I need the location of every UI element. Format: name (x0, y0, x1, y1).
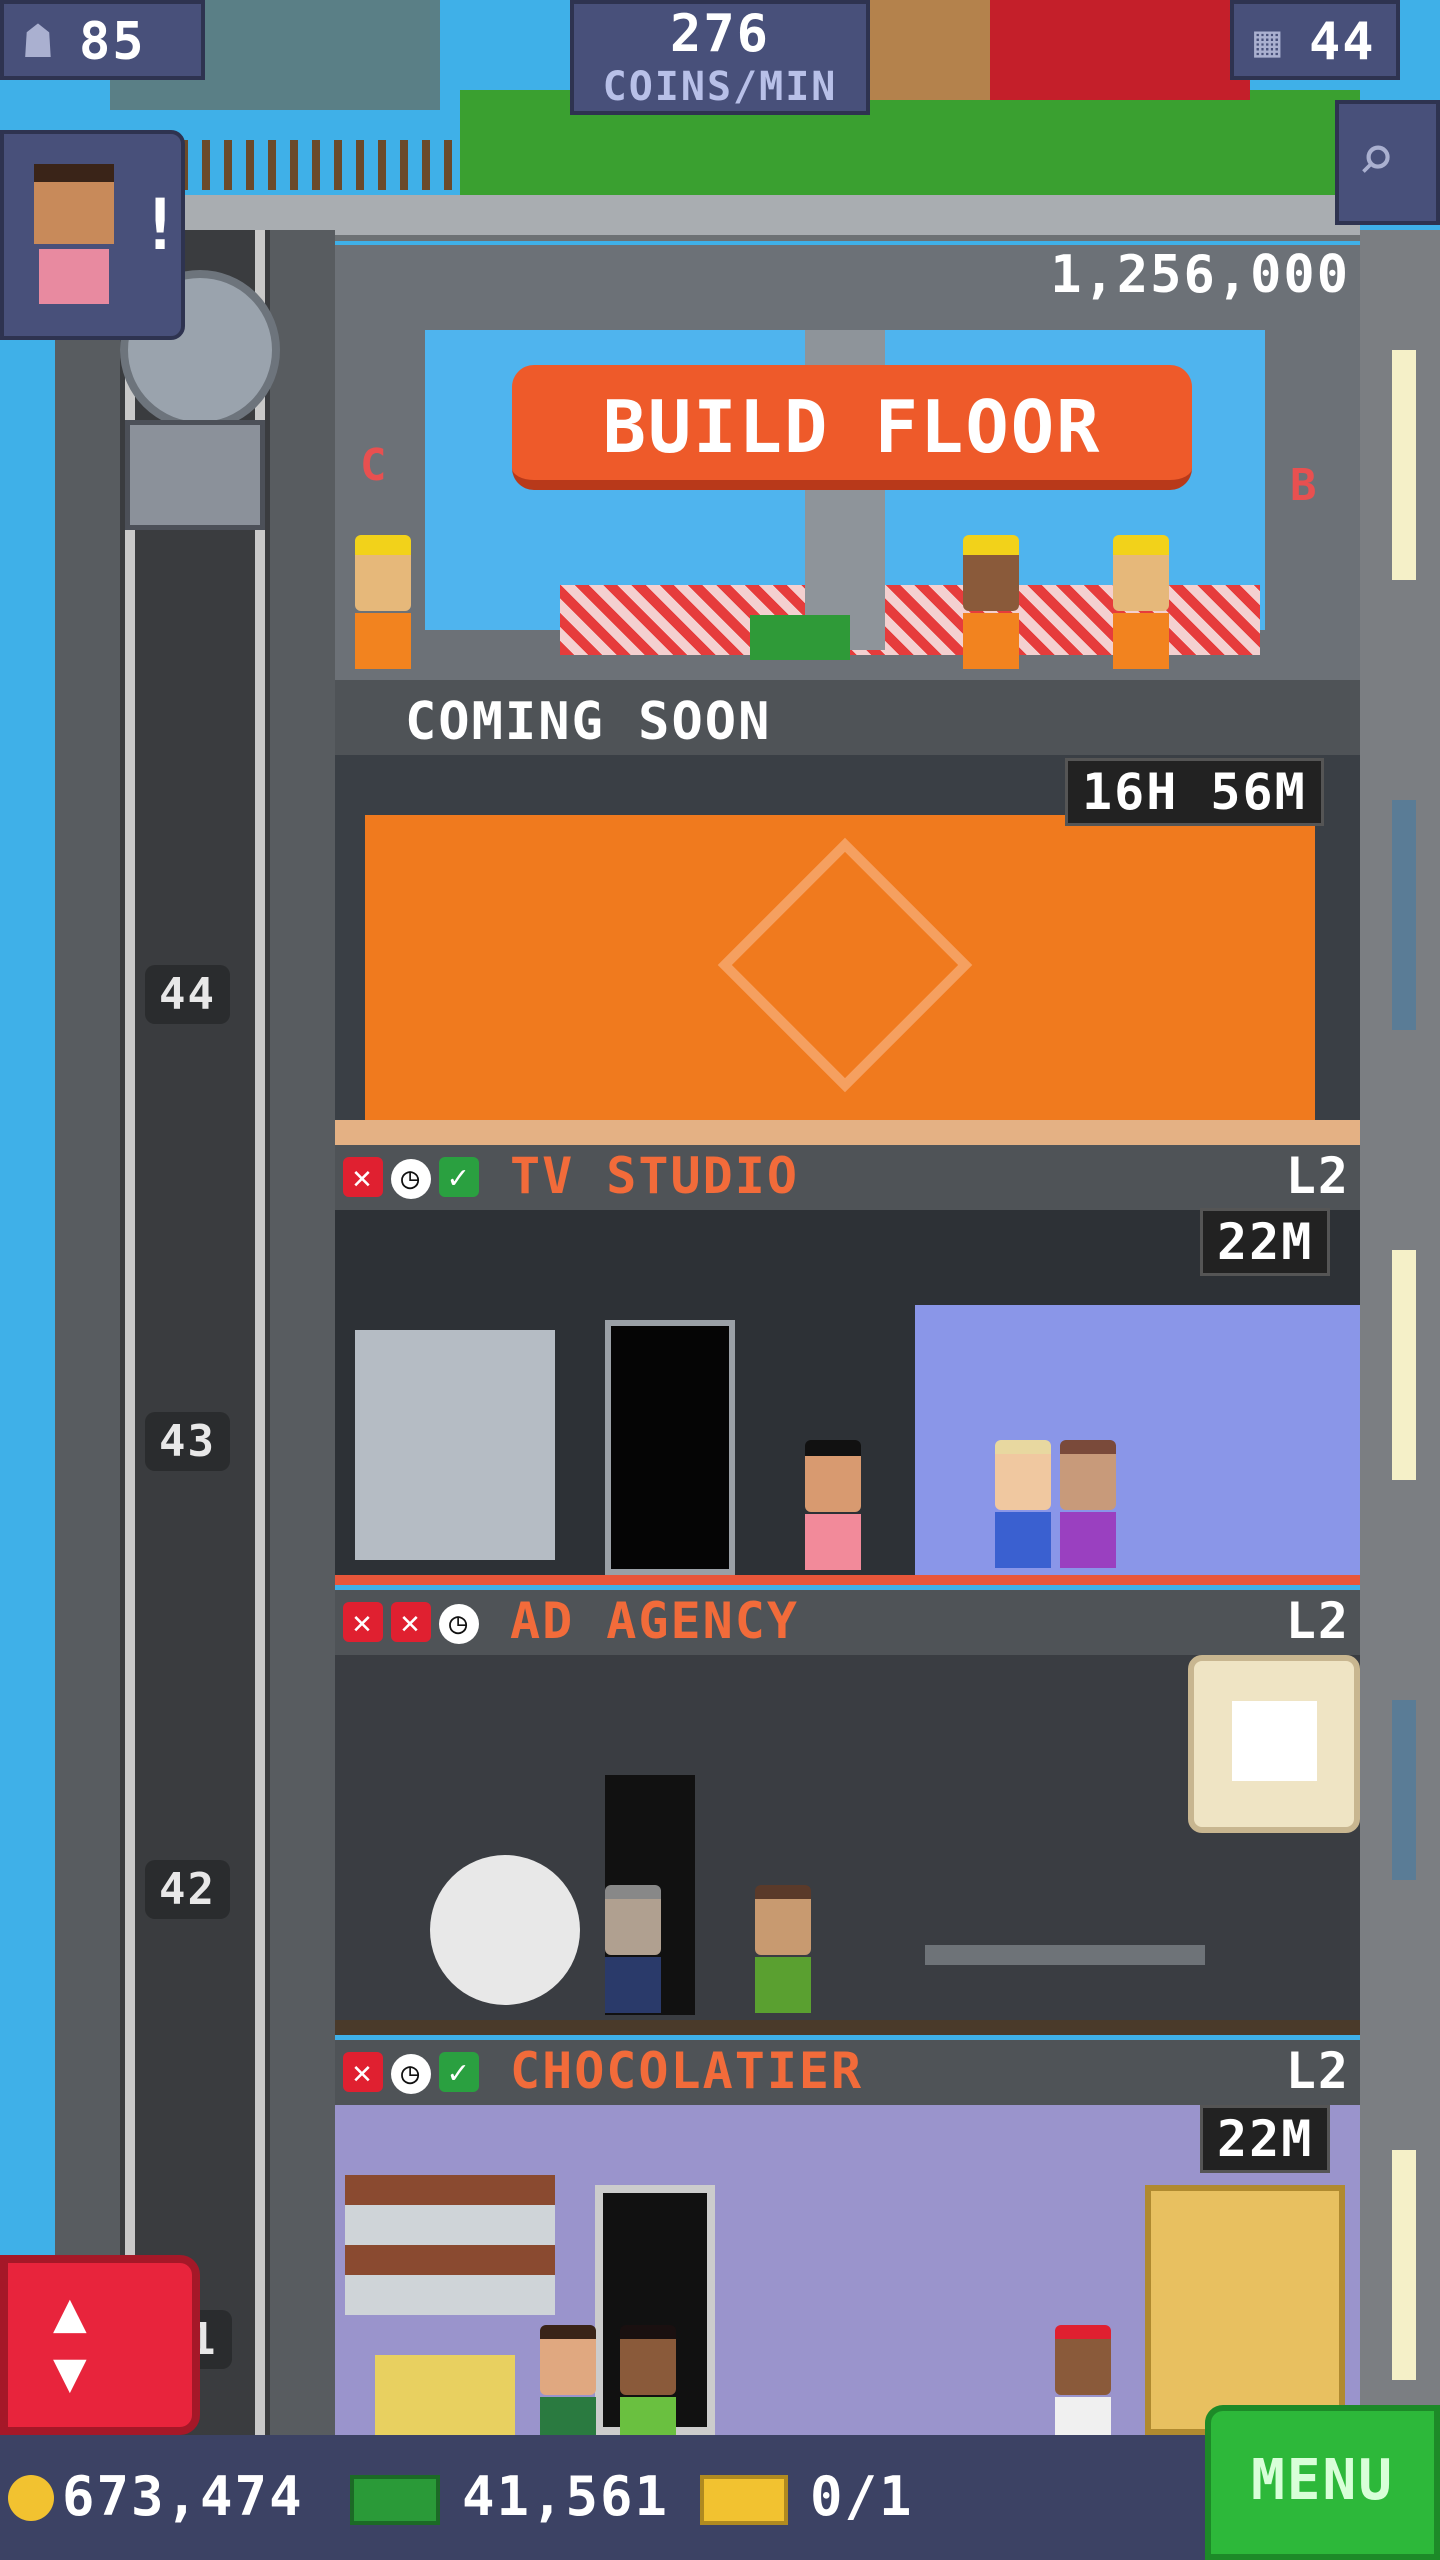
coming-soon-timer: 16H 56M (1065, 758, 1324, 826)
floor-header-ad-agency[interactable]: ✕ ✕ ◷ AD AGENCY L2 (335, 1590, 1360, 1655)
control-panel (355, 1330, 555, 1560)
bux-icon (350, 2475, 440, 2525)
studio-backdrop (915, 1305, 1360, 1575)
elevator-rail-left (125, 230, 135, 2440)
floor-name: CHOCOLATIER (510, 2042, 864, 2100)
delivery-box-button[interactable] (1188, 1655, 1360, 1833)
egg-chair (430, 1855, 580, 2005)
elevator-floor-label: 44 (145, 965, 230, 1024)
director (805, 1440, 861, 1570)
coming-soon-label: COMING SOON (405, 692, 772, 752)
floor-name: AD AGENCY (510, 1592, 799, 1650)
window (1392, 1250, 1416, 1480)
menu-button[interactable]: MENU (1205, 2405, 1440, 2560)
tickets-value: 0/1 (810, 2465, 914, 2528)
meeting-table (925, 1945, 1205, 1965)
window (1392, 2150, 1416, 2380)
floor-counter[interactable]: ▦ 44 (1230, 0, 1400, 80)
ticket-icon (700, 2475, 788, 2525)
status-icons: ✕ ◷ ✓ (343, 2052, 487, 2094)
build-floor-button[interactable]: BUILD FLOOR (512, 365, 1192, 490)
chocolate-vat (1145, 2185, 1345, 2435)
elevator-button[interactable]: ▲ ▼ (0, 2255, 200, 2435)
chocolatier-staff (1055, 2325, 1111, 2435)
coin-icon (8, 2475, 54, 2521)
x-icon: ✕ (343, 1157, 383, 1197)
income-panel[interactable]: 276 COINS/MIN (570, 0, 870, 115)
population-counter[interactable]: ☗ 85 (0, 0, 205, 80)
actor (1060, 1440, 1116, 1568)
elevator-floor-label: 42 (145, 1860, 230, 1919)
floor-level: L2 (1285, 2042, 1350, 2100)
notification-icon: ! (139, 184, 184, 266)
roof-ledge (180, 195, 1360, 241)
worker (605, 1885, 661, 2013)
x-icon: ✕ (343, 2052, 383, 2092)
left-letter: C (360, 440, 389, 491)
x-icon: ✕ (343, 1602, 383, 1642)
window (1392, 1700, 1416, 1880)
floor-header-tv-studio[interactable]: ✕ ◷ ✓ TV STUDIO L2 (335, 1145, 1360, 1210)
chocolate-pot (375, 2355, 515, 2435)
worker (620, 2325, 676, 2435)
studio-floor (335, 1575, 1360, 1585)
elevator-rail-right (255, 230, 265, 2440)
floor-plank (335, 2020, 1360, 2035)
floor-header-chocolatier[interactable]: ✕ ◷ ✓ CHOCOLATIER L2 (335, 2040, 1360, 2105)
elevator-car[interactable] (125, 420, 265, 530)
coming-soon-band: COMING SOON (335, 680, 1360, 755)
construction-worker (1113, 535, 1169, 669)
window (1392, 350, 1416, 580)
window (1392, 800, 1416, 1030)
box-icon (1232, 1701, 1317, 1781)
clock-icon: ◷ (391, 2054, 431, 2094)
zoom-button[interactable]: ⌕ (1335, 100, 1440, 225)
wood-wall (860, 0, 990, 100)
construction-worker (963, 535, 1019, 669)
floor-name: TV STUDIO (510, 1147, 799, 1205)
floor-level: L2 (1285, 1147, 1350, 1205)
person-icon: ☗ (24, 14, 52, 68)
clock-icon: ◷ (391, 1159, 431, 1199)
cost-label: 1,256,000 (1050, 245, 1350, 305)
floor-count-value: 44 (1309, 12, 1376, 72)
status-icons: ✕ ◷ ✓ (343, 1157, 487, 1199)
building-icon: ▦ (1254, 16, 1281, 67)
doorway (605, 1320, 735, 1575)
income-unit: COINS/MIN (602, 64, 838, 110)
toolbox (750, 615, 850, 660)
visitor-avatar[interactable]: ! (0, 130, 185, 340)
avatar-body (39, 249, 109, 304)
up-down-arrows-icon: ▲ ▼ (53, 2280, 87, 2405)
right-letter: B (1290, 460, 1319, 511)
status-icons: ✕ ✕ ◷ (343, 1602, 487, 1644)
coins-value: 673,474 (62, 2465, 304, 2528)
tv-studio-timer: 22M (1200, 1208, 1331, 1276)
red-barn (990, 0, 1250, 100)
worker (540, 2325, 596, 2435)
actor (995, 1440, 1051, 1568)
elevator-track (120, 230, 270, 2440)
population-value: 85 (79, 12, 146, 72)
clock-icon: ◷ (439, 1604, 479, 1644)
income-value: 276 (670, 4, 770, 64)
check-icon: ✓ (439, 1157, 479, 1197)
chocolatier-timer: 22M (1200, 2105, 1331, 2173)
check-icon: ✓ (439, 2052, 479, 2092)
avatar-head (34, 164, 114, 244)
worker (755, 1885, 811, 2013)
fence (180, 140, 480, 190)
floor-level: L2 (1285, 1592, 1350, 1650)
construction-worker (355, 535, 411, 669)
magnifier-icon: ⌕ (1357, 122, 1396, 196)
chocolate-shelf (345, 2175, 555, 2315)
floor-plank (335, 1120, 1360, 1145)
elevator-floor-label: 43 (145, 1412, 230, 1471)
x-icon: ✕ (391, 1602, 431, 1642)
bux-value: 41,561 (462, 2465, 670, 2528)
